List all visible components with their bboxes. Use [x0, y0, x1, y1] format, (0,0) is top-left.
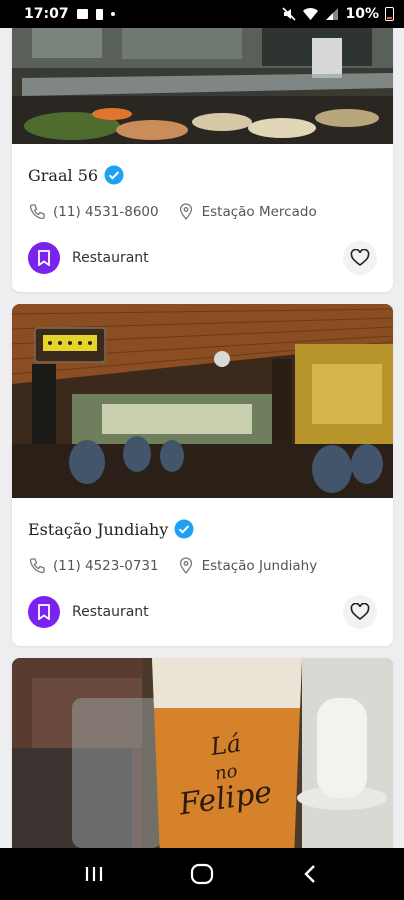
battery-icon — [385, 7, 394, 21]
status-bar: 17:07 10% — [0, 0, 404, 28]
venue-card[interactable]: Lá no Felipe — [12, 658, 393, 848]
venue-card[interactable]: Graal 56 (11) 4531-8600 Estação Mercado … — [12, 28, 393, 292]
verified-badge-icon — [104, 165, 124, 185]
phone-icon — [29, 558, 45, 574]
category-badge — [28, 596, 60, 628]
venue-photo[interactable]: Lá no Felipe — [12, 658, 393, 848]
venue-photo[interactable] — [12, 304, 393, 498]
category-badge — [28, 242, 60, 274]
beer-glass-photo: Lá no Felipe — [12, 658, 393, 848]
dot-icon — [110, 12, 115, 16]
home-icon — [190, 863, 214, 885]
back-icon — [304, 865, 315, 883]
venue-location[interactable]: Estação Mercado — [202, 204, 317, 220]
buffet-photo — [12, 28, 393, 144]
status-time: 17:07 — [24, 6, 69, 22]
system-nav-bar — [0, 848, 404, 900]
category-label: Restaurant — [72, 604, 149, 620]
battery-small-icon — [95, 8, 103, 20]
signal-icon — [326, 8, 339, 20]
venue-photo[interactable] — [12, 28, 393, 144]
heart-icon — [350, 603, 370, 621]
bookmark-icon — [38, 604, 50, 620]
favorite-button[interactable] — [343, 595, 377, 629]
venue-title[interactable]: Graal 56 — [28, 166, 98, 185]
sign-text-part: Lá — [208, 729, 243, 761]
favorite-button[interactable] — [343, 241, 377, 275]
category-label: Restaurant — [72, 250, 149, 266]
location-pin-icon — [179, 203, 192, 221]
venue-title[interactable]: Estação Jundiahy — [28, 520, 168, 539]
recent-apps-button[interactable] — [74, 854, 114, 894]
location-pin-icon — [179, 557, 192, 575]
home-button[interactable] — [182, 854, 222, 894]
phone-icon — [29, 204, 45, 220]
dining-hall-photo — [12, 304, 393, 498]
heart-icon — [350, 249, 370, 267]
venue-phone[interactable]: (11) 4531-8600 — [53, 204, 159, 220]
verified-badge-icon — [174, 519, 194, 539]
venue-card[interactable]: Estação Jundiahy (11) 4523-0731 Estação … — [12, 304, 393, 646]
back-button[interactable] — [290, 854, 330, 894]
wifi-icon — [303, 8, 319, 20]
bookmark-icon — [38, 250, 50, 266]
recent-apps-icon — [85, 867, 103, 881]
mute-icon — [282, 7, 297, 21]
venue-feed[interactable]: Graal 56 (11) 4531-8600 Estação Mercado … — [0, 28, 404, 848]
battery-percent: 10% — [345, 6, 379, 22]
venue-location[interactable]: Estação Jundiahy — [202, 558, 318, 574]
venue-phone[interactable]: (11) 4523-0731 — [53, 558, 159, 574]
photo-icon — [76, 9, 88, 19]
